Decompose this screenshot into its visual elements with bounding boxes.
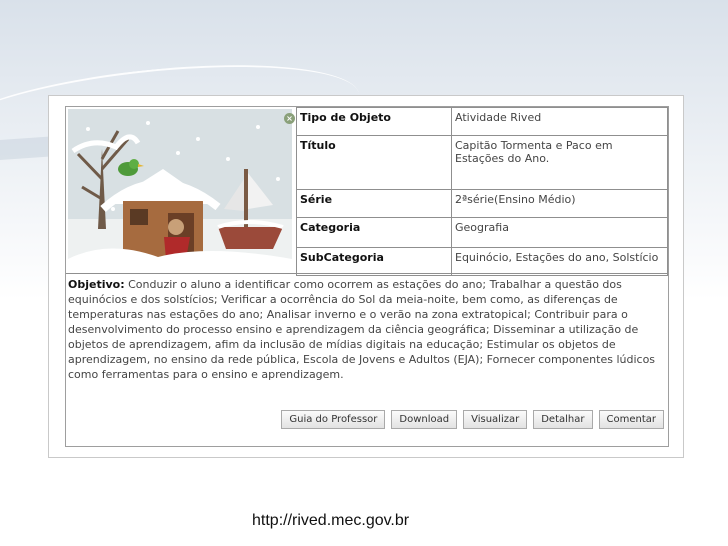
footer-url: http://rived.mec.gov.br xyxy=(252,512,410,529)
objective-label: Objetivo: xyxy=(68,278,125,291)
field-label: Título xyxy=(296,135,452,190)
view-button[interactable]: Visualizar xyxy=(463,410,528,429)
field-label: Série xyxy=(296,189,452,218)
comment-button[interactable]: Comentar xyxy=(598,410,664,429)
objective-description: Conduzir o aluno a identificar como ocor… xyxy=(68,278,656,381)
table-row: Série 2ªsérie(Ensino Médio) xyxy=(296,189,668,218)
detail-button[interactable]: Detalhar xyxy=(533,410,593,429)
table-row: Tipo de Objeto Atividade Rived xyxy=(296,107,668,136)
details-table: Tipo de Objeto Atividade Rived Título Ca… xyxy=(296,107,668,276)
field-value: Atividade Rived xyxy=(451,107,668,136)
close-icon[interactable]: × xyxy=(284,113,295,124)
table-row: SubCategoria Equinócio, Estações do ano,… xyxy=(296,247,668,276)
field-value: Equinócio, Estações do ano, Solstício xyxy=(451,247,668,276)
object-panel: × Tipo de Objeto Atividade Rived Título … xyxy=(48,95,684,458)
field-value: Capitão Tormenta e Paco em Estações do A… xyxy=(451,135,668,190)
action-buttons: Guia do Professor Download Visualizar De… xyxy=(281,410,664,429)
download-button[interactable]: Download xyxy=(391,410,458,429)
table-row: Título Capitão Tormenta e Paco em Estaçõ… xyxy=(296,135,668,190)
field-value: Geografia xyxy=(451,217,668,248)
object-details-box: × Tipo de Objeto Atividade Rived Título … xyxy=(65,106,669,447)
field-label: SubCategoria xyxy=(296,247,452,276)
objective-text: Objetivo: Conduzir o aluno a identificar… xyxy=(66,273,668,382)
table-row: Categoria Geografia xyxy=(296,217,668,248)
field-label: Tipo de Objeto xyxy=(296,107,452,136)
winter-scene-thumbnail xyxy=(68,109,292,273)
field-value: 2ªsérie(Ensino Médio) xyxy=(451,189,668,218)
field-label: Categoria xyxy=(296,217,452,248)
teacher-guide-button[interactable]: Guia do Professor xyxy=(281,410,386,429)
